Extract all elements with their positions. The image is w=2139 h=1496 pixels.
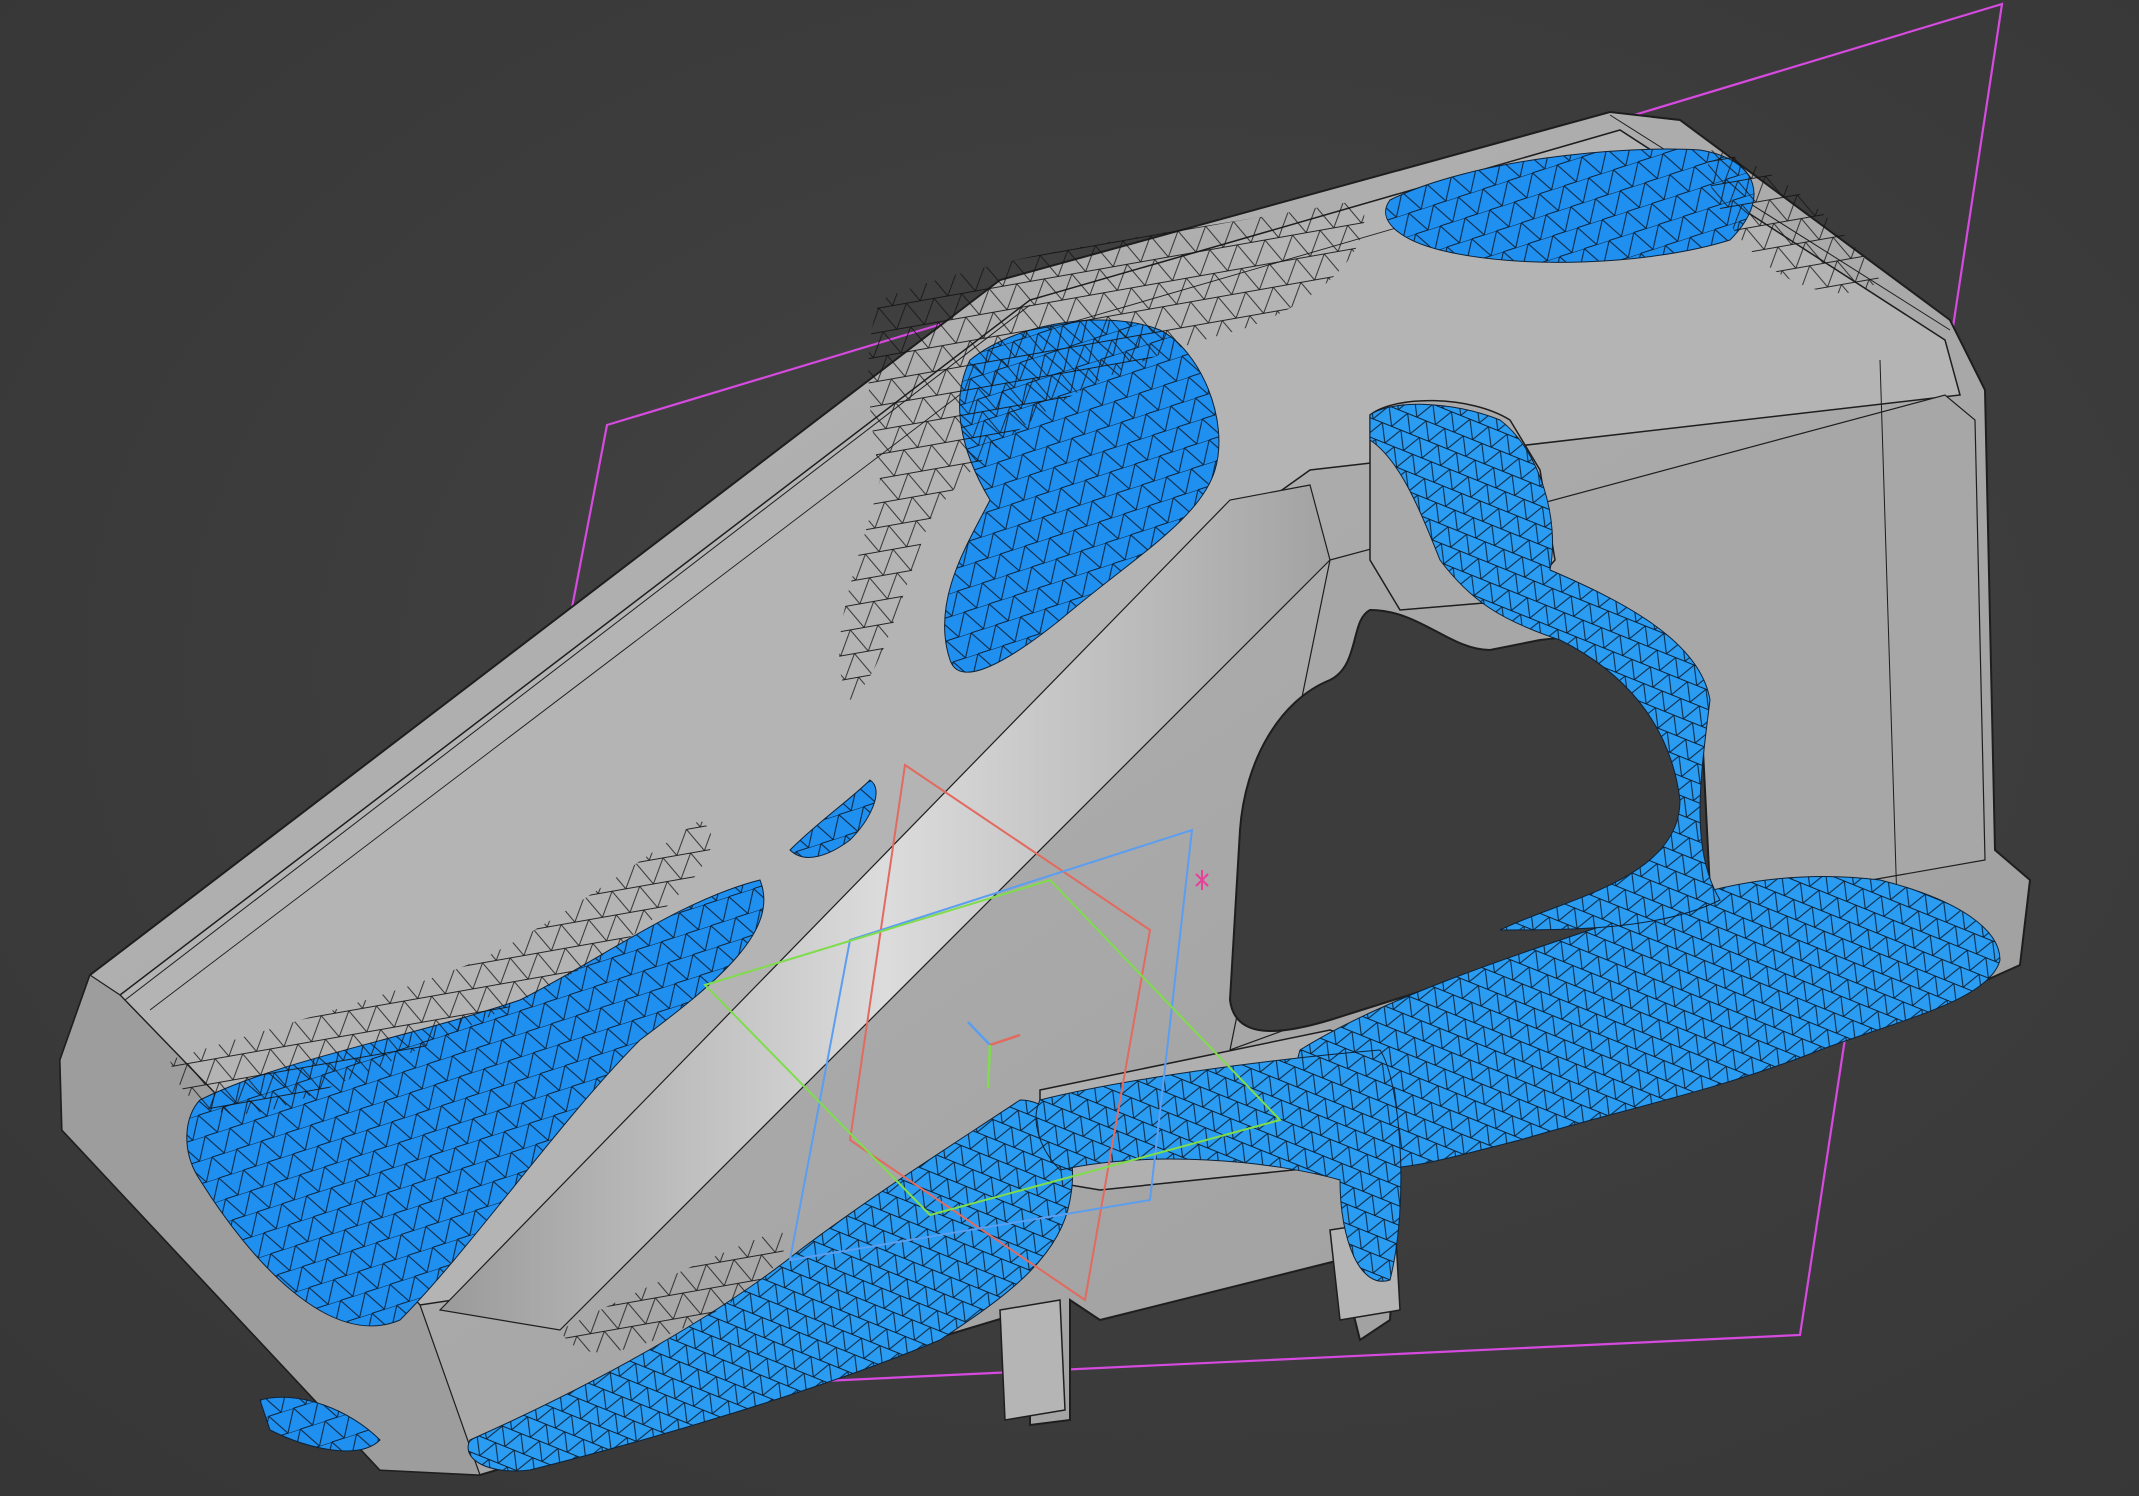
cad-3d-viewport[interactable] — [0, 0, 2139, 1496]
model-scene[interactable] — [0, 0, 2139, 1496]
mount-foot-left[interactable] — [999, 1299, 1066, 1421]
